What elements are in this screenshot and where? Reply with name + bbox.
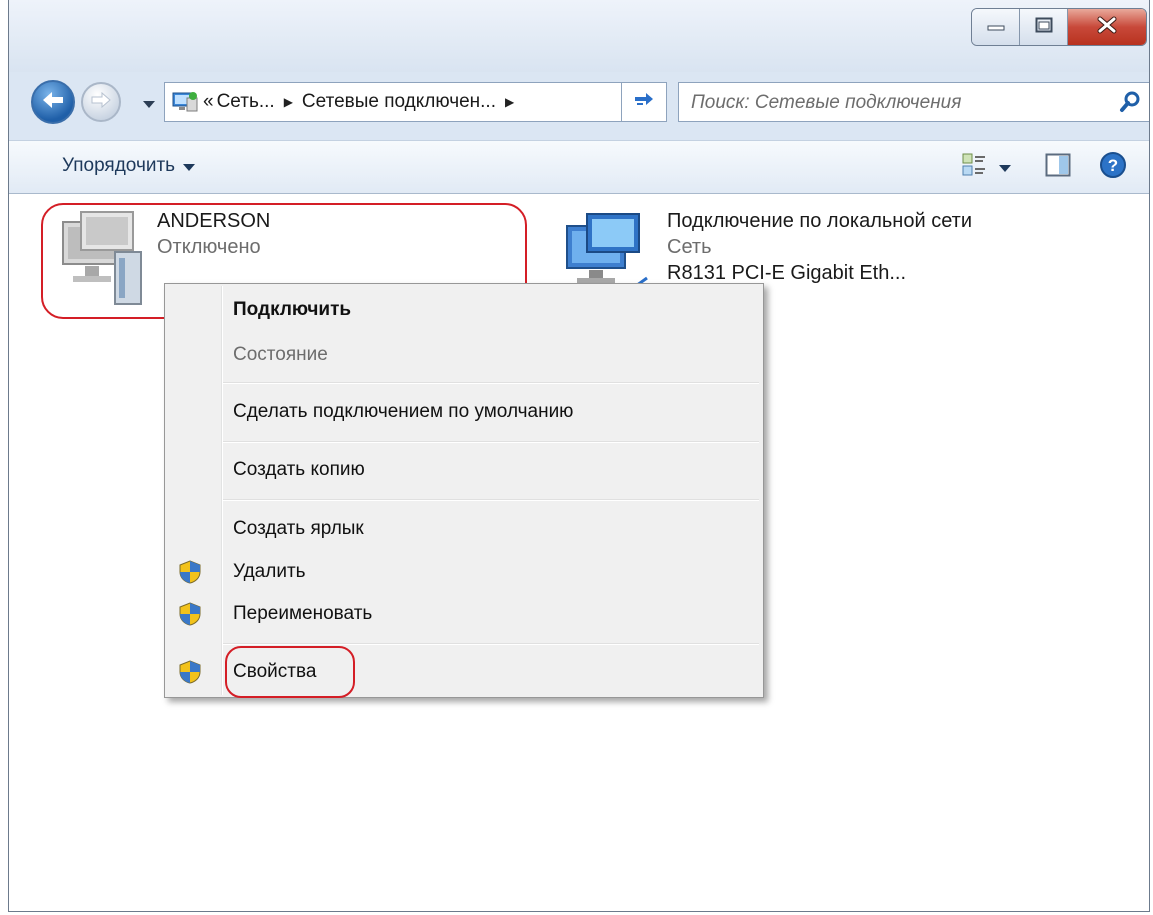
- breadcrumb-item-network-connections[interactable]: Сетевые подключен...: [299, 91, 499, 113]
- breadcrumb-item-network[interactable]: Сеть...: [214, 91, 278, 113]
- uac-shield-icon: [179, 602, 201, 631]
- menu-item-connect[interactable]: Подключить: [165, 289, 763, 331]
- breadcrumb-separator-icon[interactable]: ▶: [499, 95, 520, 109]
- back-button[interactable]: [31, 80, 75, 124]
- maximize-button[interactable]: [1020, 9, 1068, 45]
- connection-name: Подключение по локальной сети: [667, 210, 972, 232]
- recent-pages-dropdown[interactable]: [142, 96, 156, 114]
- forward-button[interactable]: [81, 82, 121, 122]
- organize-button[interactable]: Упорядочить: [62, 155, 196, 177]
- minimize-button[interactable]: [972, 9, 1020, 45]
- help-icon[interactable]: ?: [1099, 151, 1127, 184]
- organize-label: Упорядочить: [62, 155, 176, 176]
- view-options-icon[interactable]: [961, 152, 987, 183]
- navigation-bar: « Сеть... ▶ Сетевые подключен... ▶: [9, 72, 1149, 132]
- menu-item-label: Подключить: [233, 299, 352, 320]
- close-icon: [1096, 16, 1118, 39]
- menu-separator: [223, 643, 759, 645]
- menu-item-create-shortcut[interactable]: Создать ярлык: [165, 508, 763, 550]
- breadcrumb-overflow[interactable]: «: [203, 91, 214, 113]
- chevron-down-icon: [142, 96, 156, 113]
- preview-pane-icon[interactable]: [1045, 153, 1071, 182]
- menu-separator: [223, 499, 759, 501]
- menu-item-delete[interactable]: Удалить: [165, 551, 763, 593]
- close-button[interactable]: [1068, 9, 1146, 45]
- svg-text:?: ?: [1108, 156, 1118, 175]
- menu-separator: [223, 441, 759, 443]
- uac-shield-icon: [179, 560, 201, 589]
- menu-item-label: Создать ярлык: [233, 518, 364, 539]
- search-box: [678, 82, 1149, 122]
- menu-separator: [223, 382, 759, 384]
- window-controls: [971, 8, 1147, 46]
- menu-item-rename[interactable]: Переименовать: [165, 593, 763, 635]
- explorer-window: « Сеть... ▶ Сетевые подключен... ▶ Упоря…: [8, 0, 1150, 912]
- menu-item-label: Сделать подключением по умолчанию: [233, 401, 574, 422]
- breadcrumb-separator-icon[interactable]: ▶: [278, 95, 299, 109]
- menu-item-label: Создать копию: [233, 459, 365, 480]
- maximize-icon: [1035, 17, 1053, 38]
- chevron-down-icon: [183, 155, 196, 177]
- forward-arrow-icon: [89, 90, 113, 115]
- search-icon[interactable]: [1119, 91, 1141, 118]
- minimize-icon: [987, 18, 1005, 36]
- title-bar: [9, 0, 1149, 72]
- connection-status: Сеть: [667, 236, 712, 258]
- address-bar[interactable]: « Сеть... ▶ Сетевые подключен... ▶: [164, 82, 667, 122]
- toolbar-right: ?: [961, 151, 1127, 184]
- refresh-icon: [632, 90, 656, 115]
- search-input[interactable]: [689, 87, 1113, 119]
- menu-item-label: Удалить: [233, 561, 306, 582]
- uac-shield-icon: [179, 660, 201, 689]
- menu-item-set-default[interactable]: Сделать подключением по умолчанию: [165, 391, 763, 433]
- breadcrumb: « Сеть... ▶ Сетевые подключен... ▶: [203, 91, 520, 113]
- refresh-button[interactable]: [621, 83, 666, 121]
- highlight-annotation-properties: [225, 646, 355, 698]
- context-menu: Подключить Состояние Сделать подключение…: [164, 283, 764, 698]
- command-bar: Упорядочить ?: [9, 140, 1149, 194]
- menu-item-label: Состояние: [233, 344, 328, 365]
- menu-item-label: Переименовать: [233, 603, 373, 624]
- network-connections-icon: [171, 90, 199, 114]
- menu-item-create-copy[interactable]: Создать копию: [165, 449, 763, 491]
- menu-item-status: Состояние: [165, 334, 763, 376]
- back-arrow-icon: [40, 89, 66, 116]
- view-dropdown-icon[interactable]: [999, 159, 1011, 177]
